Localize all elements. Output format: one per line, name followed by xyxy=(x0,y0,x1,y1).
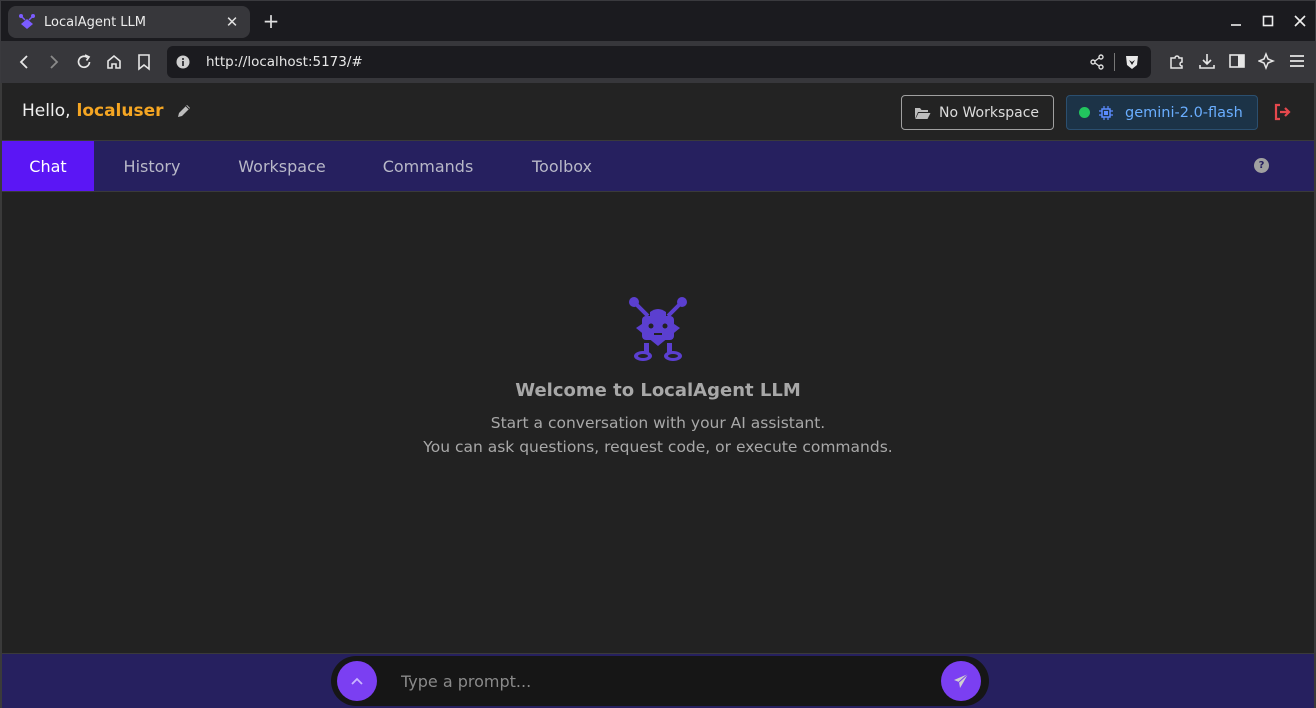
downloads-icon[interactable] xyxy=(1197,50,1217,72)
tab-toolbox[interactable]: Toolbox xyxy=(520,141,604,191)
chevron-up-icon xyxy=(351,677,363,685)
help-icon[interactable]: ? xyxy=(1254,158,1269,173)
forward-icon[interactable] xyxy=(42,50,66,74)
tab-workspace[interactable]: Workspace xyxy=(226,141,338,191)
tab-commands[interactable]: Commands xyxy=(372,141,484,191)
robot-favicon-icon xyxy=(19,14,35,29)
tab-title: LocalAgent LLM xyxy=(44,14,147,30)
username: localuser xyxy=(76,101,164,121)
prompt-input[interactable] xyxy=(401,666,921,696)
toolbar-right xyxy=(1167,50,1307,72)
maximize-icon[interactable] xyxy=(1259,10,1277,32)
welcome-title: Welcome to LocalAgent LLM xyxy=(515,380,801,401)
reload-icon[interactable] xyxy=(72,50,96,74)
share-icon[interactable] xyxy=(1088,53,1106,71)
welcome-subtitle-2: You can ask questions, request code, or … xyxy=(423,438,893,456)
leo-ai-icon[interactable] xyxy=(1257,50,1277,72)
workspace-button[interactable]: No Workspace xyxy=(901,95,1054,130)
main-nav: Chat History Workspace Commands Toolbox … xyxy=(2,141,1314,192)
pencil-icon[interactable] xyxy=(176,103,192,119)
close-tab-icon[interactable]: ✕ xyxy=(224,13,240,31)
robot-icon xyxy=(629,297,687,361)
welcome-subtitle-1: Start a conversation with your AI assist… xyxy=(490,414,826,432)
back-icon[interactable] xyxy=(12,50,36,74)
prompt-footer xyxy=(2,653,1314,708)
brave-shield-icon[interactable] xyxy=(1123,53,1141,71)
model-status-dot xyxy=(1079,107,1090,118)
logout-icon[interactable] xyxy=(1272,102,1292,122)
welcome-panel: Welcome to LocalAgent LLM Start a conver… xyxy=(2,192,1314,652)
browser-toolbar: http://localhost:5173/# xyxy=(0,41,1316,83)
model-selector-button[interactable]: gemini-2.0-flash xyxy=(1066,95,1258,130)
bookmark-icon[interactable] xyxy=(132,50,156,74)
send-button[interactable] xyxy=(941,661,981,701)
site-info-icon[interactable] xyxy=(176,55,190,69)
menu-icon[interactable] xyxy=(1287,50,1307,72)
extensions-icon[interactable] xyxy=(1167,50,1187,72)
workspace-label: No Workspace xyxy=(939,104,1040,121)
chip-icon xyxy=(1099,105,1113,120)
folder-open-icon xyxy=(915,107,931,119)
home-icon[interactable] xyxy=(102,50,126,74)
greeting: Hello, localuser xyxy=(22,101,192,121)
paper-plane-icon xyxy=(954,673,969,688)
app-header: Hello, localuser No Workspace gemini-2.0… xyxy=(2,83,1314,141)
app-root: Hello, localuser No Workspace gemini-2.0… xyxy=(0,83,1316,708)
sidebar-icon[interactable] xyxy=(1227,50,1247,72)
browser-tabstrip: LocalAgent LLM ✕ + xyxy=(0,0,1316,41)
tab-chat[interactable]: Chat xyxy=(2,141,94,191)
new-tab-button[interactable]: + xyxy=(260,10,282,32)
expand-button[interactable] xyxy=(337,661,377,701)
model-label: gemini-2.0-flash xyxy=(1125,104,1243,121)
greeting-text: Hello, xyxy=(22,101,71,121)
address-bar[interactable]: http://localhost:5173/# xyxy=(167,46,1151,78)
window-controls xyxy=(1227,10,1309,32)
browser-tab[interactable]: LocalAgent LLM ✕ xyxy=(8,6,250,38)
prompt-bar xyxy=(331,656,989,706)
tab-history[interactable]: History xyxy=(110,141,194,191)
url-separator xyxy=(1114,53,1115,71)
url-text[interactable]: http://localhost:5173/# xyxy=(206,54,1088,70)
close-window-icon[interactable] xyxy=(1291,10,1309,32)
minimize-icon[interactable] xyxy=(1227,10,1245,32)
